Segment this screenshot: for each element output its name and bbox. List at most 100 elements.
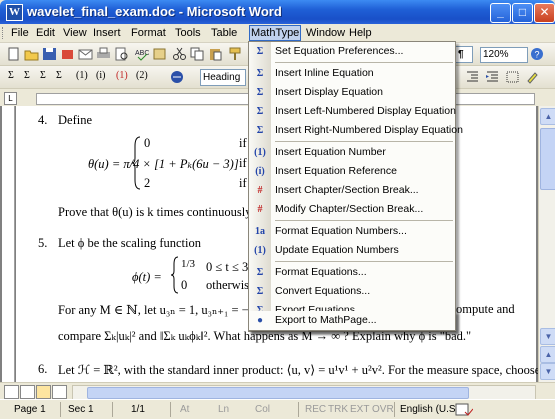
paste-icon[interactable] bbox=[208, 47, 223, 61]
permission-icon[interactable] bbox=[60, 47, 75, 61]
scroll-up-icon[interactable]: ▲ bbox=[540, 108, 555, 125]
theta-equation-lhs: θ(u) = π/4 × [1 + Pₖ(6u − 3)] bbox=[88, 157, 239, 171]
for-any-tail: ompute and bbox=[456, 302, 515, 316]
phi-case-1: 0 bbox=[181, 278, 188, 292]
cut-icon[interactable] bbox=[172, 47, 187, 61]
toolbar-insert-chapter-break[interactable]: (1) bbox=[116, 70, 128, 81]
normal-view-icon[interactable] bbox=[4, 385, 19, 399]
word-app-icon[interactable]: W bbox=[6, 4, 23, 21]
menu-item-insert-right-numbered-display-equation[interactable]: Σ Insert Right-Numbered Display Equation bbox=[249, 121, 463, 140]
status-separator bbox=[394, 402, 395, 417]
email-icon[interactable] bbox=[78, 47, 93, 61]
q6-number: 6. bbox=[38, 362, 48, 376]
vertical-scrollbar[interactable]: ▲ ▼ ▲ ▼ bbox=[538, 106, 555, 382]
menu-item-convert-equations[interactable]: Σ Convert Equations... bbox=[249, 282, 455, 301]
menu-item-insert-display-equation[interactable]: Σ Insert Display Equation bbox=[249, 83, 455, 102]
menu-item-modify-chapter-section-break[interactable]: # Modify Chapter/Section Break... bbox=[249, 200, 455, 219]
menu-item-insert-equation-number[interactable]: (1) Insert Equation Number bbox=[249, 143, 455, 162]
increase-indent-icon[interactable] bbox=[485, 70, 500, 84]
status-language[interactable]: English (U.S bbox=[400, 404, 456, 415]
copy-icon[interactable] bbox=[190, 47, 205, 61]
q5-text: Let ϕ be the scaling function bbox=[58, 236, 201, 250]
toolbar-insert-display-equation[interactable]: Σ bbox=[24, 70, 30, 81]
previous-page-icon[interactable]: ▲ bbox=[540, 346, 555, 363]
chapter-break-icon: # bbox=[257, 185, 263, 196]
menu-tools[interactable]: Tools bbox=[174, 26, 202, 40]
maximize-button[interactable]: □ bbox=[512, 3, 533, 23]
toolbar-insert-equation-reference[interactable]: (i) bbox=[96, 70, 105, 81]
print-preview-icon[interactable] bbox=[114, 47, 129, 61]
menu-format[interactable]: Format bbox=[130, 26, 167, 40]
close-button[interactable]: ✕ bbox=[534, 3, 555, 23]
print-layout-view-icon[interactable] bbox=[36, 385, 51, 399]
minimize-button[interactable]: _ bbox=[490, 3, 511, 23]
menu-table[interactable]: Table bbox=[210, 26, 238, 40]
save-icon[interactable] bbox=[42, 47, 57, 61]
menu-item-format-equation-numbers[interactable]: 1a Format Equation Numbers... bbox=[249, 222, 455, 241]
next-page-icon[interactable]: ▼ bbox=[540, 363, 555, 380]
menu-item-insert-inline-equation[interactable]: Σ Insert Inline Equation bbox=[249, 64, 455, 83]
status-ovr[interactable]: OVR bbox=[372, 404, 394, 415]
menu-window[interactable]: Window bbox=[305, 26, 346, 40]
menu-item-format-equations[interactable]: Σ Format Equations... bbox=[249, 263, 455, 282]
print-icon[interactable] bbox=[96, 47, 111, 61]
show-hide-marks-icon[interactable]: ¶ bbox=[455, 46, 473, 63]
format-numbers-icon: 1a bbox=[255, 226, 265, 237]
title-bar[interactable]: W wavelet_final_exam.doc - Microsoft Wor… bbox=[0, 0, 555, 24]
toolbar-insert-equation-number[interactable]: (1) bbox=[76, 70, 88, 81]
style-select[interactable]: Heading bbox=[200, 69, 246, 86]
horizontal-scroll-thumb[interactable] bbox=[87, 387, 469, 399]
toolbar-insert-left-numbered[interactable]: Σ bbox=[40, 70, 46, 81]
zoom-select[interactable]: 120% bbox=[480, 47, 528, 63]
decrease-indent-icon[interactable] bbox=[465, 70, 480, 84]
menu-item-insert-chapter-section-break[interactable]: # Insert Chapter/Section Break... bbox=[249, 181, 455, 200]
menu-separator bbox=[275, 261, 453, 262]
menu-edit[interactable]: Edit bbox=[35, 26, 56, 40]
web-layout-view-icon[interactable] bbox=[20, 385, 35, 399]
tab-stop-selector[interactable]: L bbox=[4, 92, 17, 105]
toolbar-insert-right-numbered[interactable]: Σ bbox=[56, 70, 62, 81]
outline-view-icon[interactable] bbox=[52, 385, 67, 399]
status-separator bbox=[112, 402, 113, 417]
vertical-scroll-thumb[interactable] bbox=[540, 128, 555, 190]
menu-help[interactable]: Help bbox=[348, 26, 373, 40]
export-mathpage-icon[interactable] bbox=[170, 70, 185, 84]
vertical-ruler[interactable] bbox=[2, 106, 15, 382]
menu-separator bbox=[275, 62, 453, 63]
menu-mathtype[interactable]: MathType bbox=[249, 25, 302, 41]
spelling-status-icon[interactable] bbox=[455, 403, 473, 416]
status-line: Ln bbox=[218, 404, 230, 415]
highlight-icon[interactable] bbox=[525, 70, 540, 84]
toolbar-insert-inline-equation[interactable]: Σ bbox=[8, 70, 14, 81]
phi-condition-0: 0 ≤ t ≤ 3 bbox=[206, 260, 249, 274]
open-folder-icon[interactable] bbox=[24, 47, 39, 61]
toolbar-update-equation-numbers[interactable]: (2) bbox=[136, 70, 148, 81]
menu-file[interactable]: File bbox=[10, 26, 30, 40]
menu-view[interactable]: View bbox=[62, 26, 88, 40]
menu-item-set-equation-preferences[interactable]: Σ Set Equation Preferences... bbox=[249, 42, 455, 61]
format-painter-icon[interactable] bbox=[228, 47, 243, 61]
horizontal-scrollbar[interactable] bbox=[72, 385, 536, 400]
status-rec[interactable]: REC bbox=[305, 404, 326, 415]
menu-item-insert-equation-reference[interactable]: (i) Insert Equation Reference bbox=[249, 162, 455, 181]
status-ext[interactable]: EXT bbox=[350, 404, 369, 415]
menu-insert[interactable]: Insert bbox=[92, 26, 122, 40]
outside-border-icon[interactable] bbox=[505, 70, 520, 84]
status-column: Col bbox=[255, 404, 271, 415]
help-icon[interactable]: ? bbox=[530, 47, 545, 61]
research-icon[interactable] bbox=[152, 47, 167, 61]
prove-text: Prove that θ(u) is k times continuously bbox=[58, 205, 252, 219]
menu-item-update-equation-numbers[interactable]: (1) Update Equation Numbers bbox=[249, 241, 455, 260]
new-document-icon[interactable] bbox=[6, 47, 21, 61]
menu-item-export-to-mathpage[interactable]: ● Export to MathPage... bbox=[248, 311, 456, 331]
scroll-down-icon[interactable]: ▼ bbox=[540, 328, 555, 345]
theta-condition-2: if bbox=[239, 176, 247, 190]
q5-number: 5. bbox=[38, 236, 48, 250]
menu-item-insert-left-numbered-display-equation[interactable]: Σ Insert Left-Numbered Display Equation bbox=[249, 102, 456, 121]
spelling-icon[interactable]: ABC bbox=[134, 47, 149, 61]
menu-separator bbox=[275, 141, 453, 142]
menubar-grip[interactable] bbox=[2, 27, 6, 39]
status-separator bbox=[170, 402, 171, 417]
theta-case-2: 2 bbox=[144, 176, 151, 190]
status-trk[interactable]: TRK bbox=[328, 404, 348, 415]
